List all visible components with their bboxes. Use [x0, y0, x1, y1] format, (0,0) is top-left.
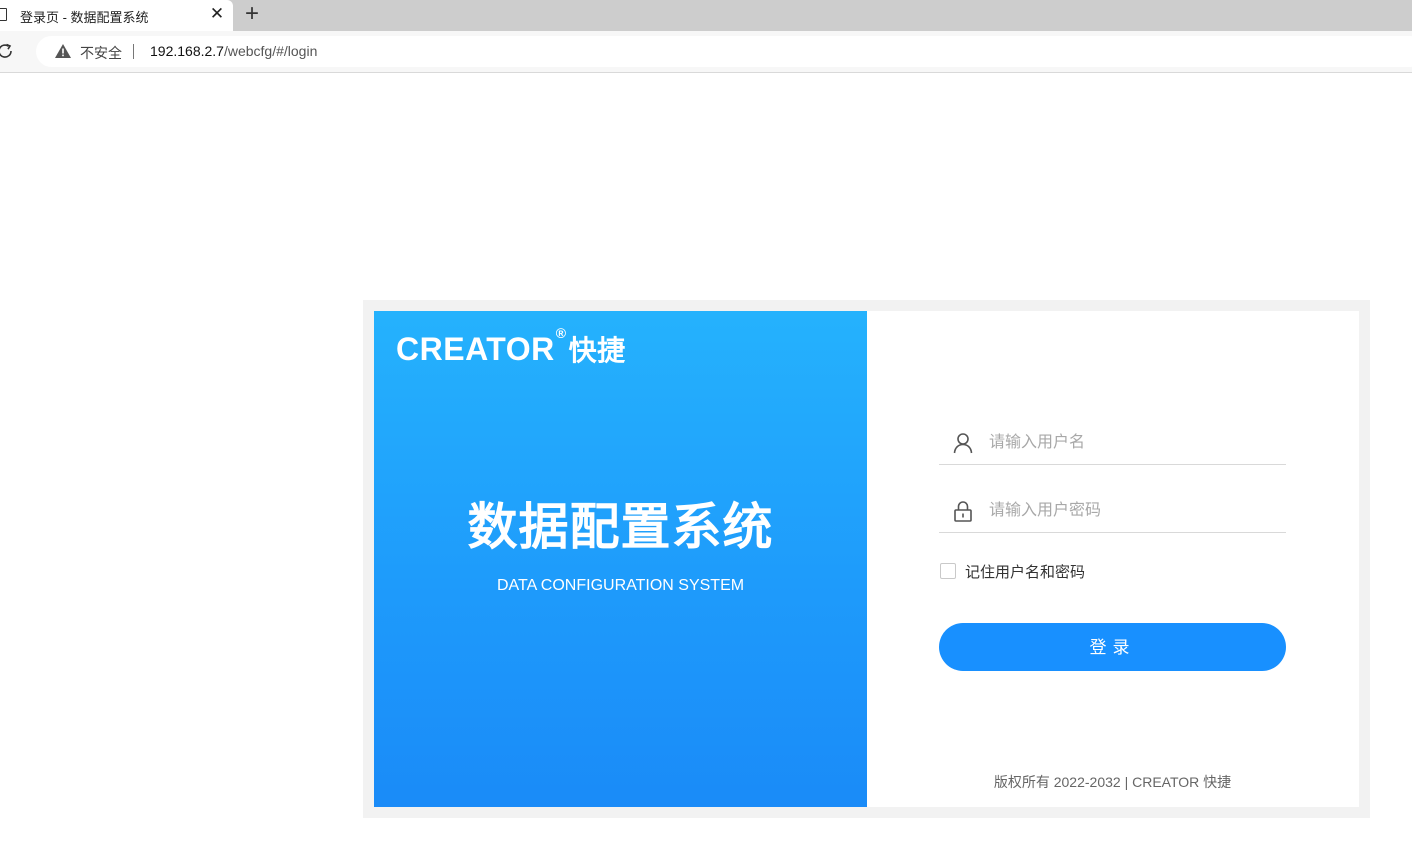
system-subtitle: DATA CONFIGURATION SYSTEM [496, 577, 745, 594]
copyright-text: 版权所有 2022-2032 | CREATOR 快捷 [993, 774, 1232, 790]
system-title: 数据配置系统 [467, 499, 774, 555]
address-bar[interactable]: 不安全 192.168.2.7/webcfg/#/login [36, 36, 1412, 67]
brand-logo: CREATOR®快捷 [396, 325, 626, 369]
url-text[interactable]: 192.168.2.7/webcfg/#/login [150, 43, 317, 59]
browser-toolbar: 不安全 192.168.2.7/webcfg/#/login [0, 31, 1412, 73]
remember-checkbox[interactable] [940, 563, 956, 579]
login-form: 记住用户名和密码 登录 版权所有 2022-2032 | CREATOR 快捷 [939, 311, 1286, 807]
logo-text: CREATOR [396, 331, 555, 367]
browser-tab-bar: 登录页 - 数据配置系统 ✕ + [0, 0, 1412, 31]
login-card: CREATOR®快捷 数据配置系统 DATA CONFIGURATION SYS… [374, 311, 1359, 807]
address-separator [133, 44, 134, 59]
close-tab-icon[interactable]: ✕ [208, 5, 226, 23]
username-field [939, 425, 1286, 465]
user-icon [953, 433, 973, 454]
url-host: 192.168.2.7 [150, 43, 224, 59]
login-button[interactable]: 登录 [939, 623, 1286, 671]
remember-label[interactable]: 记住用户名和密码 [965, 561, 1085, 582]
browser-tab[interactable]: 登录页 - 数据配置系统 ✕ [0, 0, 233, 31]
password-field [939, 493, 1286, 533]
warning-icon[interactable] [54, 43, 72, 59]
tab-title: 登录页 - 数据配置系统 [20, 10, 149, 25]
password-input[interactable] [979, 497, 1279, 525]
registered-mark: ® [555, 325, 567, 341]
lock-icon [954, 501, 972, 522]
reload-icon[interactable] [0, 42, 14, 60]
new-tab-button[interactable]: + [240, 2, 264, 26]
hero-panel: CREATOR®快捷 数据配置系统 DATA CONFIGURATION SYS… [374, 311, 867, 807]
logo-cn-text: 快捷 [568, 335, 626, 366]
url-path: /webcfg/#/login [223, 43, 318, 59]
username-input[interactable] [979, 429, 1279, 457]
security-label[interactable]: 不安全 [80, 43, 122, 63]
page-icon [0, 8, 7, 21]
